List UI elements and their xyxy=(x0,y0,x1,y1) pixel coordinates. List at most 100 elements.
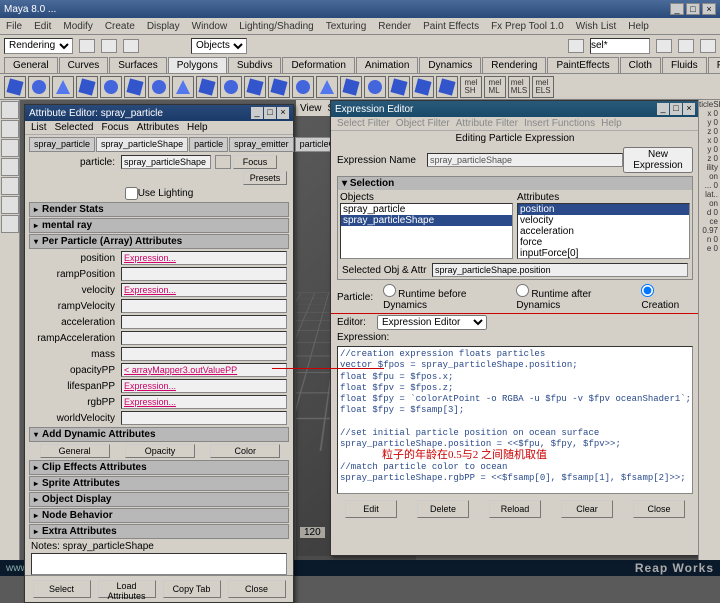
status-icon[interactable] xyxy=(656,39,672,53)
shelf-button[interactable] xyxy=(268,76,290,98)
shelf-tab[interactable]: Fur xyxy=(708,57,720,73)
status-icon[interactable] xyxy=(123,39,139,53)
shelf-button[interactable] xyxy=(292,76,314,98)
expr-editor-button[interactable]: Close xyxy=(633,500,685,518)
shelf-tab[interactable]: Cloth xyxy=(620,57,661,73)
shelf-tab[interactable]: Fluids xyxy=(662,57,707,73)
section-add-dynamic[interactable]: Add Dynamic Attributes xyxy=(29,427,289,442)
module-dropdown[interactable]: Rendering xyxy=(4,38,73,54)
go-icon[interactable] xyxy=(215,155,231,169)
shelf-button[interactable] xyxy=(28,76,50,98)
channel-value[interactable]: y 0 xyxy=(699,118,720,127)
attr-editor-button[interactable]: Close xyxy=(228,580,286,598)
status-icon[interactable] xyxy=(700,39,716,53)
pp-attr-field[interactable] xyxy=(121,283,287,297)
sel-obj-attr-field[interactable] xyxy=(432,263,688,277)
menu-item[interactable]: Modify xyxy=(63,21,92,32)
section-sprite[interactable]: Sprite Attributes xyxy=(29,476,289,491)
creation-radio[interactable] xyxy=(641,284,654,297)
section-clip-effects[interactable]: Clip Effects Attributes xyxy=(29,460,289,475)
section-render-stats[interactable]: Render Stats xyxy=(29,202,289,217)
menu-item[interactable]: Wish List xyxy=(576,21,617,32)
channel-value[interactable]: ... 0 xyxy=(699,181,720,190)
status-icon[interactable] xyxy=(678,39,694,53)
shelf-button[interactable] xyxy=(124,76,146,98)
list-item[interactable]: position xyxy=(518,204,689,215)
runtime-before-radio[interactable] xyxy=(383,284,396,297)
mask-dropdown[interactable]: Objects xyxy=(191,38,247,54)
viewport-menu-item[interactable]: View xyxy=(300,103,322,114)
channel-value[interactable]: z 0 xyxy=(699,154,720,163)
add-dyn-button[interactable]: Opacity xyxy=(125,444,195,458)
pp-attr-field[interactable] xyxy=(121,379,287,393)
section-node-behavior[interactable]: Node Behavior xyxy=(29,508,289,523)
close-icon[interactable]: × xyxy=(702,3,716,15)
expr-editor-button[interactable]: Reload xyxy=(489,500,541,518)
particle-name-field[interactable] xyxy=(121,155,211,169)
menu-item[interactable]: Render xyxy=(378,21,411,32)
menu-item[interactable]: Display xyxy=(147,21,180,32)
menu-item[interactable]: Window xyxy=(192,21,228,32)
shelf-button[interactable] xyxy=(316,76,338,98)
expr-menu-item[interactable]: Help xyxy=(601,118,622,129)
shelf-button[interactable] xyxy=(172,76,194,98)
shelf-button[interactable] xyxy=(220,76,242,98)
channel-value[interactable]: ility on xyxy=(699,163,720,181)
status-icon[interactable] xyxy=(568,39,584,53)
expr-menu-item[interactable]: Attribute Filter xyxy=(456,118,518,129)
notes-area[interactable] xyxy=(31,553,287,575)
attr-menu-item[interactable]: Focus xyxy=(101,122,128,133)
shelf-button[interactable] xyxy=(100,76,122,98)
list-item[interactable]: inputForce[0] xyxy=(518,248,689,259)
expr-menu-item[interactable]: Object Filter xyxy=(396,118,450,129)
menu-item[interactable]: Create xyxy=(105,21,135,32)
minimize-icon[interactable]: _ xyxy=(657,103,669,115)
maximize-icon[interactable]: □ xyxy=(686,3,700,15)
shelf-button[interactable] xyxy=(388,76,410,98)
use-lighting-checkbox[interactable] xyxy=(125,187,138,200)
section-mental-ray[interactable]: mental ray xyxy=(29,218,289,233)
attr-tab[interactable]: spray_particle xyxy=(29,137,95,152)
status-icon[interactable] xyxy=(79,39,95,53)
channel-value[interactable]: z 0 xyxy=(699,127,720,136)
section-extra-attrs[interactable]: Extra Attributes xyxy=(29,524,289,539)
channel-value[interactable]: lat.. on xyxy=(699,190,720,208)
list-item[interactable]: velocity xyxy=(518,215,689,226)
close-icon[interactable]: × xyxy=(277,107,289,119)
pp-attr-field[interactable] xyxy=(121,315,287,329)
channel-value[interactable]: ticleShape xyxy=(699,100,720,109)
pp-attr-field[interactable] xyxy=(121,363,287,377)
maximize-icon[interactable]: □ xyxy=(264,107,276,119)
shelf-tab[interactable]: Deformation xyxy=(282,57,354,73)
shelf-button[interactable] xyxy=(196,76,218,98)
pp-attr-field[interactable] xyxy=(121,395,287,409)
manip-tool-icon[interactable] xyxy=(1,196,19,214)
channel-value[interactable]: ce 0.97 xyxy=(699,217,720,235)
expr-menu-item[interactable]: Insert Functions xyxy=(524,118,595,129)
channel-value[interactable]: d 0 xyxy=(699,208,720,217)
shelf-button[interactable] xyxy=(148,76,170,98)
shelf-tab[interactable]: Rendering xyxy=(482,57,546,73)
objects-list[interactable]: spray_particlespray_particleShape xyxy=(340,203,513,259)
shelf-tab[interactable]: Polygons xyxy=(168,57,227,73)
section-object-display[interactable]: Object Display xyxy=(29,492,289,507)
menu-item[interactable]: Help xyxy=(628,21,649,32)
attr-tab[interactable]: spray_emitter xyxy=(229,137,294,152)
scale-tool-icon[interactable] xyxy=(1,177,19,195)
focus-button[interactable]: Focus xyxy=(233,155,277,169)
minimize-icon[interactable]: _ xyxy=(251,107,263,119)
presets-button[interactable]: Presets xyxy=(243,171,287,185)
editor-dropdown[interactable]: Expression Editor xyxy=(377,315,487,330)
channel-value[interactable]: y 0 xyxy=(699,145,720,154)
menu-item[interactable]: Texturing xyxy=(326,21,367,32)
shelf-tab[interactable]: Animation xyxy=(356,57,418,73)
last-tool-icon[interactable] xyxy=(1,215,19,233)
expr-editor-button[interactable]: Delete xyxy=(417,500,469,518)
shelf-tab[interactable]: PaintEffects xyxy=(547,57,618,73)
add-dyn-button[interactable]: General xyxy=(40,444,110,458)
pp-attr-field[interactable] xyxy=(121,331,287,345)
minimize-icon[interactable]: _ xyxy=(670,3,684,15)
list-item[interactable]: spray_particle xyxy=(341,204,512,215)
shelf-tab[interactable]: General xyxy=(4,57,58,73)
attr-menu-item[interactable]: List xyxy=(31,122,47,133)
